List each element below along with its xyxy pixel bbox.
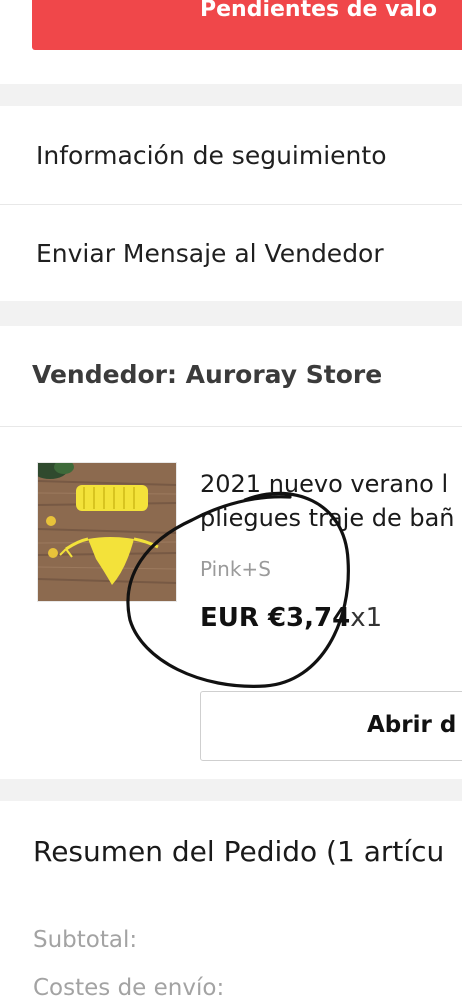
product-variant: Pink+S bbox=[200, 557, 271, 581]
section-gap bbox=[0, 301, 462, 326]
product-title-line: pliegues traje de bañ bbox=[200, 504, 455, 532]
shipping-cost-label: Costes de envío: bbox=[33, 975, 225, 1000]
section-gap bbox=[0, 779, 462, 801]
bikini-product-image bbox=[38, 463, 176, 601]
open-dispute-button[interactable]: Abrir d bbox=[200, 691, 462, 761]
seller-name: Vendedor: Auroray Store bbox=[32, 360, 383, 389]
tracking-info-row[interactable]: Información de seguimiento bbox=[0, 106, 462, 204]
product-title-line: 2021 nuevo verano l bbox=[200, 470, 449, 498]
message-seller-row[interactable]: Enviar Mensaje al Vendedor bbox=[0, 205, 462, 301]
product-title[interactable]: 2021 nuevo verano l pliegues traje de ba… bbox=[200, 467, 462, 535]
product-thumbnail[interactable] bbox=[37, 462, 177, 602]
product-item[interactable]: 2021 nuevo verano l pliegues traje de ba… bbox=[0, 427, 462, 779]
product-price: EUR €3,74 bbox=[200, 603, 351, 633]
subtotal-label: Subtotal: bbox=[33, 927, 138, 953]
order-detail-page: Pendientes de valo Información de seguim… bbox=[0, 0, 462, 1000]
product-quantity: x1 bbox=[350, 603, 383, 633]
order-summary: Resumen del Pedido (1 artícu Subtotal: C… bbox=[0, 801, 462, 1000]
top-section: Pendientes de valo bbox=[0, 0, 462, 84]
section-gap bbox=[0, 84, 462, 106]
seller-header[interactable]: Vendedor: Auroray Store bbox=[0, 326, 462, 426]
product-price-row: EUR €3,74x1 bbox=[200, 603, 382, 633]
pending-review-button[interactable]: Pendientes de valo bbox=[32, 0, 462, 50]
order-summary-title: Resumen del Pedido (1 artícu bbox=[33, 835, 445, 868]
